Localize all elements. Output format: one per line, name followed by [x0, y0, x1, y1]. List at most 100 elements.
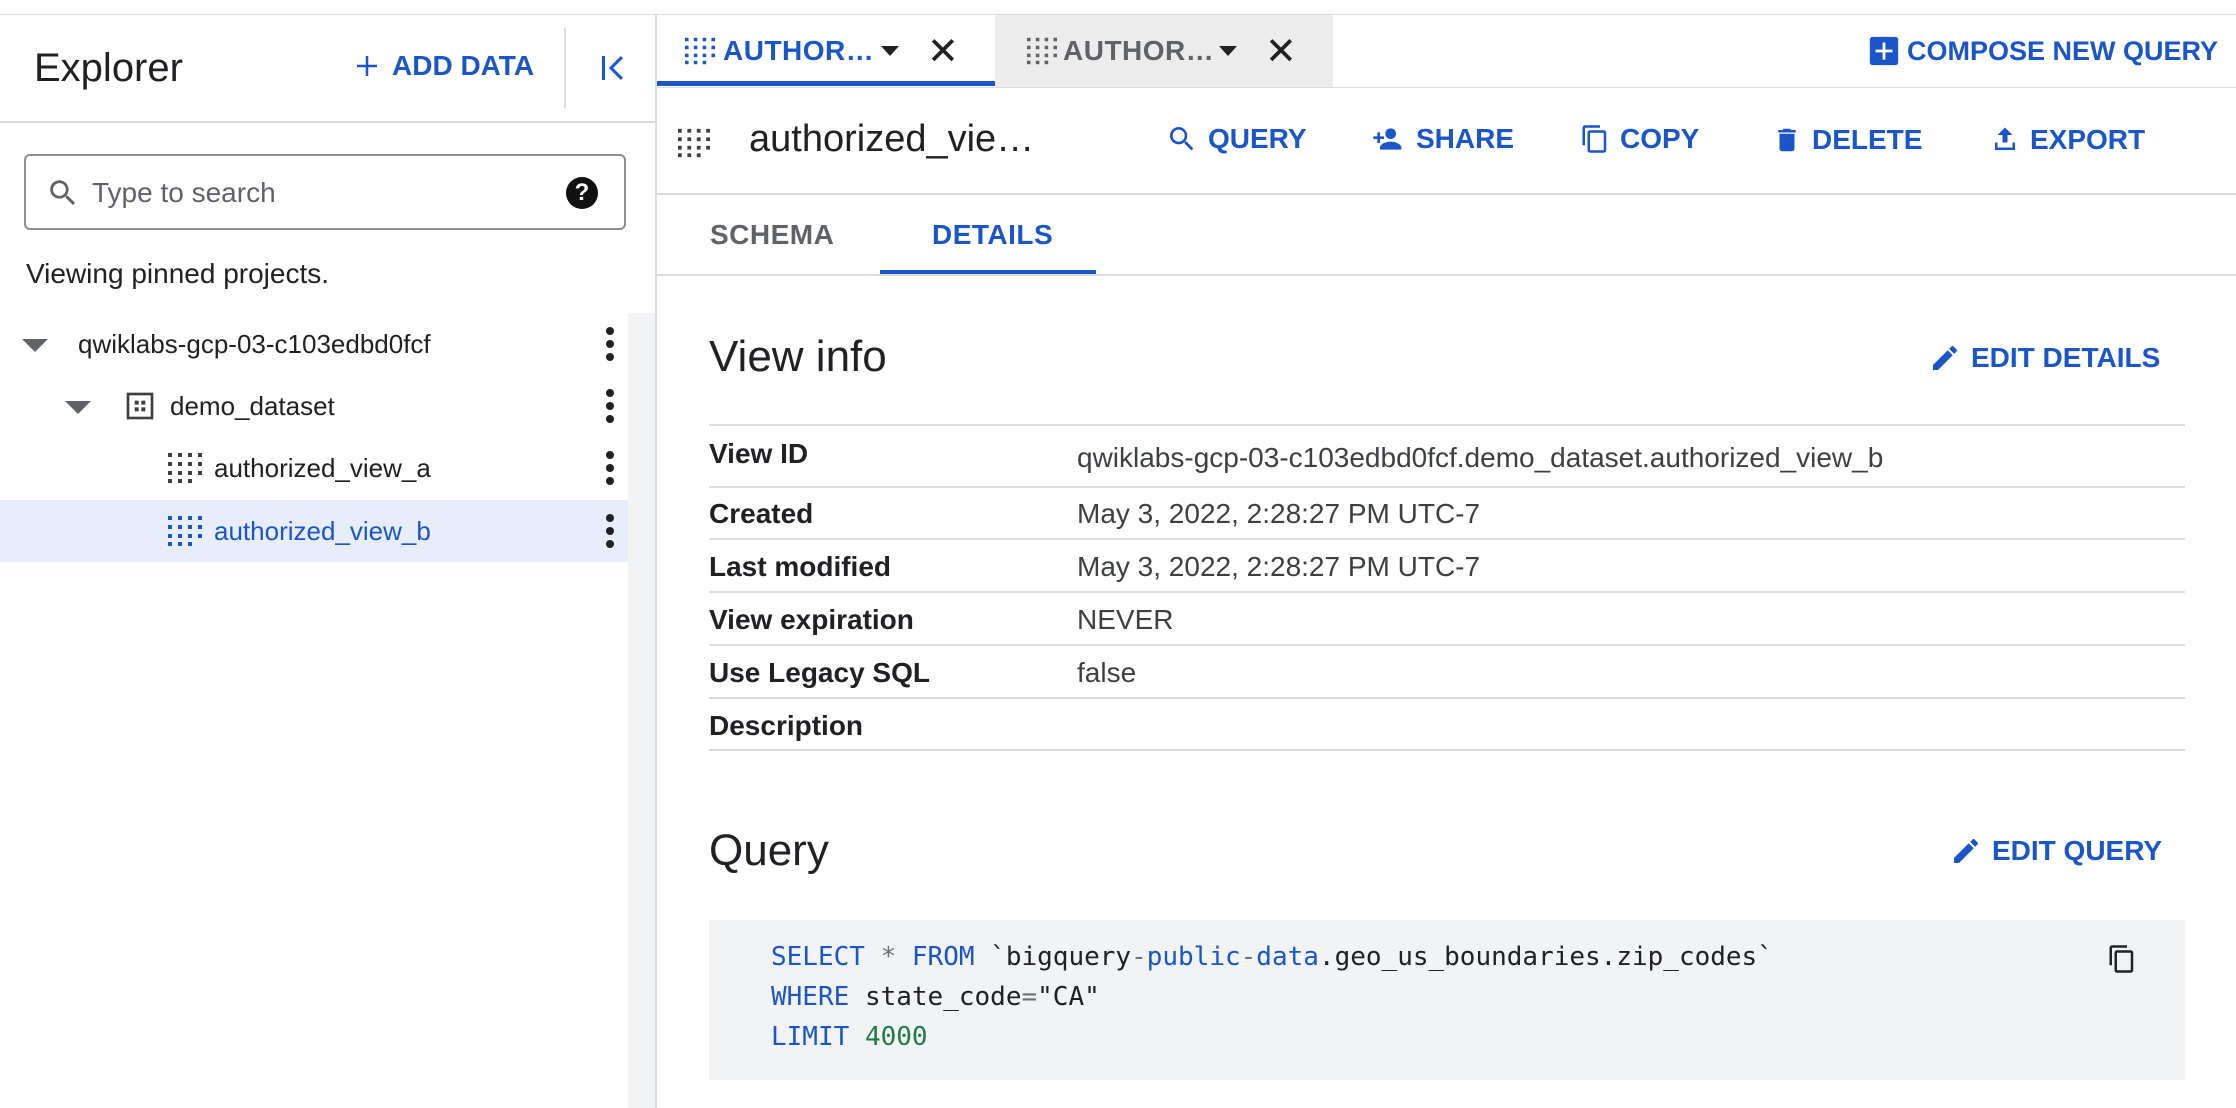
- chevron-down-icon[interactable]: [22, 339, 48, 352]
- info-label: Created: [709, 498, 814, 529]
- info-label: View ID: [709, 438, 809, 469]
- info-value: May 3, 2022, 2:28:27 PM UTC-7: [1077, 551, 1481, 582]
- info-divider: [709, 538, 2185, 540]
- upload-icon: [1995, 127, 2015, 150]
- query-heading: Query: [709, 826, 829, 875]
- copy-button[interactable]: COPY: [1580, 123, 1699, 155]
- tab-details[interactable]: DETAILS: [932, 219, 1053, 251]
- dataset-icon: [126, 392, 154, 420]
- tree-item-view-selected[interactable]: authorized_view_b: [0, 500, 628, 562]
- add-box-icon: [1869, 36, 1899, 66]
- chevron-down-icon[interactable]: [881, 46, 899, 56]
- explorer-header-divider: [0, 121, 655, 123]
- header-separator: [564, 28, 566, 108]
- code-number: 4000: [864, 1022, 928, 1052]
- share-button[interactable]: SHARE: [1370, 123, 1514, 155]
- query-button[interactable]: QUERY: [1166, 123, 1307, 155]
- export-button[interactable]: EXPORT: [1990, 123, 2145, 157]
- more-vert-icon[interactable]: [606, 451, 614, 485]
- plus-icon: [357, 56, 377, 76]
- trash-icon: [1778, 128, 1796, 152]
- search-input[interactable]: [90, 170, 534, 216]
- info-value: false: [1077, 657, 1137, 688]
- info-label: Description: [709, 710, 864, 741]
- explorer-title: Explorer: [34, 46, 183, 90]
- toolbar-divider: [657, 193, 2236, 195]
- view-grid-icon: [1027, 37, 1057, 65]
- collapse-panel-button[interactable]: [596, 50, 632, 91]
- edit-query-label: EDIT QUERY: [1992, 835, 2163, 866]
- compose-new-query-button[interactable]: COMPOSE NEW QUERY: [1867, 34, 2218, 68]
- search-box: ?: [24, 154, 626, 230]
- view-info-heading: View info: [709, 332, 887, 381]
- delete-button[interactable]: DELETE: [1772, 123, 1922, 157]
- more-vert-icon[interactable]: [606, 389, 614, 423]
- editor-tab[interactable]: AUTHOR… ✕: [995, 15, 1333, 87]
- pencil-icon: [1954, 838, 1978, 863]
- code-keyword: public: [1146, 942, 1241, 972]
- subtab-divider: [657, 274, 2236, 276]
- info-label: Use Legacy SQL: [709, 657, 930, 688]
- chevron-down-icon[interactable]: [1219, 46, 1237, 56]
- view-grid-icon: [168, 516, 202, 546]
- info-label: Last modified: [709, 551, 892, 582]
- viewing-pinned-text: Viewing pinned projects.: [26, 258, 330, 289]
- code-text: state_code: [864, 982, 1022, 1012]
- code-operator: =: [1021, 982, 1038, 1012]
- close-icon[interactable]: ✕: [927, 33, 959, 71]
- search-icon: [1169, 127, 1194, 151]
- tab-label: AUTHOR…: [1063, 35, 1215, 66]
- tab-label: AUTHOR…: [723, 35, 875, 66]
- code-text: .geo_us_boundaries.zip_codes: [1318, 942, 1758, 972]
- code-line-3: LIMIT 4000: [771, 1022, 928, 1052]
- edit-details-label: EDIT DETAILS: [1971, 342, 2161, 373]
- tree-item-label: qwiklabs-gcp-03-c103edbd0fcf: [78, 329, 431, 359]
- export-button-label: EXPORT: [2030, 124, 2146, 155]
- info-divider: [709, 591, 2185, 593]
- query-code-block[interactable]: SELECT * FROM `bigquery-public-data.geo_…: [709, 920, 2185, 1080]
- code-line-1: SELECT * FROM `bigquery-public-data.geo_…: [771, 942, 1773, 972]
- compose-label: COMPOSE NEW QUERY: [1907, 35, 2219, 66]
- add-data-label: ADD DATA: [392, 50, 535, 81]
- code-text: `: [1757, 942, 1773, 972]
- copy-icon[interactable]: [2107, 942, 2137, 976]
- close-icon[interactable]: ✕: [1265, 33, 1297, 71]
- help-icon[interactable]: ?: [566, 177, 598, 209]
- code-keyword: FROM: [911, 942, 975, 972]
- edit-query-button[interactable]: EDIT QUERY: [1950, 835, 2162, 867]
- tree-item-dataset[interactable]: demo_dataset: [0, 375, 628, 437]
- tab-schema[interactable]: SCHEMA: [710, 219, 834, 251]
- active-tab-indicator: [657, 81, 995, 86]
- view-grid-icon: [678, 128, 710, 158]
- add-data-button[interactable]: ADD DATA: [352, 50, 534, 82]
- pencil-icon: [1933, 345, 1957, 370]
- code-keyword: WHERE: [771, 982, 850, 1012]
- code-keyword: LIMIT: [771, 1022, 850, 1052]
- code-operator: *: [880, 942, 897, 972]
- info-divider: [709, 697, 2185, 699]
- chevron-down-icon[interactable]: [65, 401, 91, 414]
- info-divider: [709, 424, 2185, 426]
- collapse-left-icon: [602, 56, 623, 80]
- info-value: NEVER: [1077, 604, 1174, 635]
- more-vert-icon[interactable]: [606, 327, 614, 361]
- view-grid-icon: [168, 453, 202, 483]
- share-button-label: SHARE: [1416, 123, 1515, 154]
- resource-title: authorized_vie…: [749, 118, 1035, 160]
- editor-tab-active[interactable]: AUTHOR… ✕: [657, 15, 995, 87]
- tree-item-view[interactable]: authorized_view_a: [0, 437, 628, 499]
- more-vert-icon[interactable]: [606, 514, 614, 548]
- tree-item-project[interactable]: qwiklabs-gcp-03-c103edbd0fcf: [0, 313, 628, 375]
- code-operator: -: [1131, 942, 1147, 972]
- query-button-label: QUERY: [1208, 123, 1307, 154]
- code-operator: -: [1240, 942, 1257, 972]
- tree-scrollbar[interactable]: [628, 313, 655, 1108]
- code-text: "CA": [1037, 982, 1100, 1012]
- copy-button-label: COPY: [1620, 123, 1700, 154]
- info-divider: [709, 644, 2185, 646]
- code-keyword: SELECT: [771, 942, 865, 972]
- tree-item-label: authorized_view_b: [214, 516, 431, 546]
- panel-divider[interactable]: [655, 15, 657, 1108]
- info-divider: [709, 486, 2185, 488]
- edit-details-button[interactable]: EDIT DETAILS: [1929, 342, 2160, 374]
